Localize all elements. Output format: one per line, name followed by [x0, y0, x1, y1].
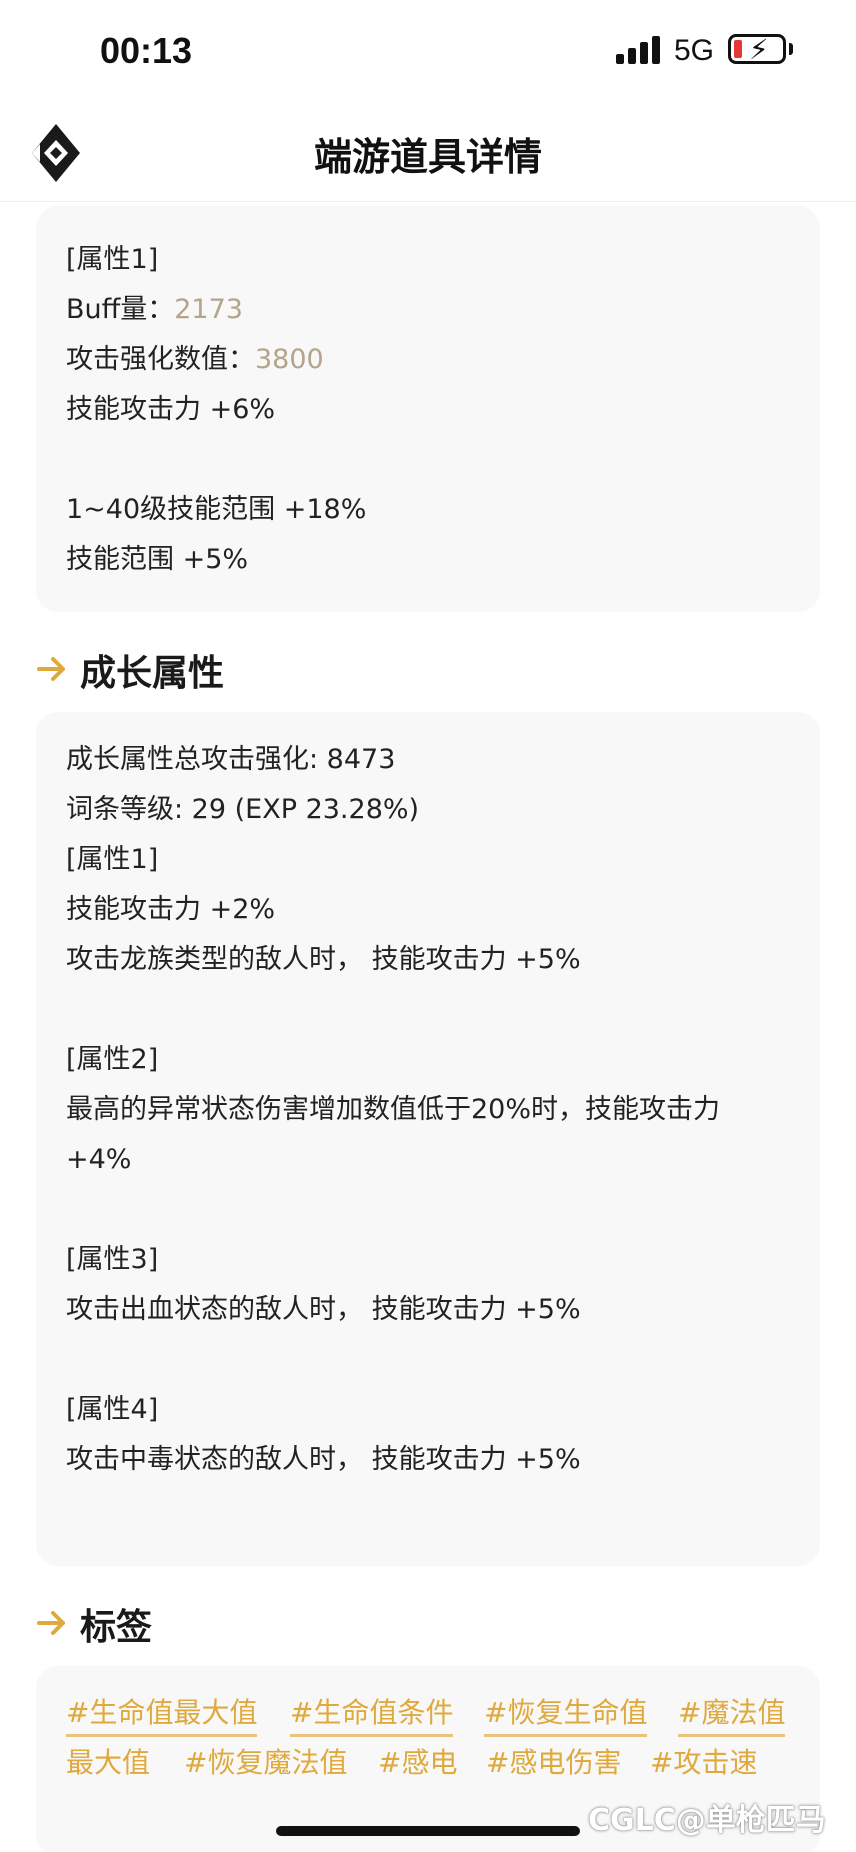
tag-link[interactable]: #感电	[378, 1744, 457, 1787]
tag-link[interactable]: #生命值最大值	[66, 1694, 258, 1737]
tag-link[interactable]: #魔法值	[678, 1694, 786, 1737]
attr-value: 2173	[174, 294, 243, 325]
tag-link[interactable]: 最大值	[66, 1744, 150, 1787]
attr-line: 1~40级技能范围 +18%	[66, 494, 367, 525]
tags-heading-text: 标签	[80, 1607, 153, 1648]
attr-line: 攻击强化数值：3800	[66, 344, 324, 375]
growth-line: 技能攻击力 +2%	[66, 894, 276, 925]
attr-line: 技能攻击力 +6%	[66, 394, 276, 425]
app-header: 端游道具详情	[0, 100, 856, 202]
growth-line: [属性3]	[66, 1244, 159, 1275]
growth-line: 攻击龙族类型的敌人时， 技能攻击力 +5%	[66, 944, 581, 975]
battery-icon: ⚡	[728, 33, 786, 66]
page-title: 端游道具详情	[313, 135, 542, 179]
growth-line: [属性1]	[66, 844, 159, 875]
home-indicator[interactable]	[276, 1826, 580, 1836]
battery-cap	[789, 43, 793, 55]
watermark: CGLC@单枪匹马	[588, 1803, 826, 1838]
growth-heading-text: 成长属性	[80, 653, 225, 694]
tag-link[interactable]: #攻击速	[650, 1744, 757, 1787]
network-label: 5G	[674, 34, 715, 67]
status-time: 00:13	[100, 30, 193, 71]
tag-link[interactable]: #生命值条件	[290, 1694, 454, 1737]
attributes-card: [属性1] Buff量：2173 攻击强化数值：3800 技能攻击力 +6% 1…	[36, 206, 820, 612]
attr-line: [属性1]	[66, 244, 159, 275]
growth-line: 攻击出血状态的敌人时， 技能攻击力 +5%	[66, 1294, 581, 1325]
growth-card: 成长属性总攻击强化: 8473 词条等级: 29 (EXP 23.28%) [属…	[36, 712, 820, 1566]
growth-line: +4%	[66, 1144, 132, 1175]
status-bar: 00:13 5G ⚡	[0, 0, 856, 100]
signal-icon	[616, 36, 662, 64]
arrow-right-icon	[37, 657, 65, 681]
growth-line: 最高的异常状态伤害增加数值低于20%时，技能攻击力	[66, 1094, 721, 1125]
tag-link[interactable]: #恢复生命值	[484, 1694, 648, 1737]
attr-value: 3800	[255, 344, 324, 375]
arrow-right-icon	[37, 1611, 65, 1635]
growth-line: 攻击中毒状态的敌人时， 技能攻击力 +5%	[66, 1444, 581, 1475]
growth-line: 成长属性总攻击强化: 8473	[66, 744, 396, 775]
growth-line: [属性2]	[66, 1044, 159, 1075]
growth-line: [属性4]	[66, 1394, 159, 1425]
attr-line: 技能范围 +5%	[66, 544, 249, 575]
growth-line: 词条等级: 29 (EXP 23.28%)	[66, 794, 420, 825]
tag-link[interactable]: #感电伤害	[486, 1744, 621, 1787]
attr-line: Buff量：2173	[66, 294, 243, 325]
tag-link[interactable]: #恢复魔法值	[184, 1744, 347, 1787]
